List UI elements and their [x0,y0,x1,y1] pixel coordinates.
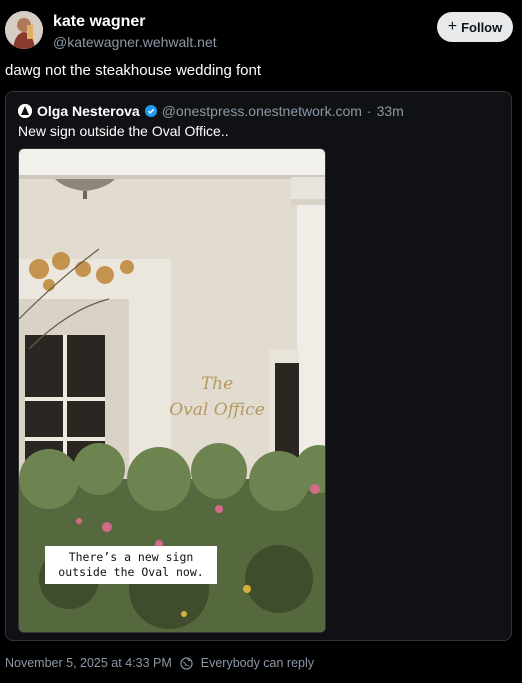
caption-line-2: outside the Oval now. [58,565,204,579]
post-text: dawg not the steakhouse wedding font [5,62,262,79]
plus-icon: + [447,18,458,35]
follow-label: Follow [461,19,503,35]
quoted-post-text: New sign outside the Oval Office.. [18,123,229,139]
quoted-post[interactable]: Olga Nesterova @onestpress.onestnetwork.… [5,91,512,641]
post-header: kate wagner @katewagner.wehwalt.net + Fo… [5,11,517,51]
image-caption: There’s a new sign outside the Oval now. [45,546,217,584]
quoted-post-time[interactable]: 33m [377,103,404,119]
author-avatar[interactable] [5,11,43,49]
post-footer: November 5, 2025 at 4:33 PM Everybody ca… [5,656,314,670]
sign-line-2: Oval Office [169,400,265,420]
globe-icon [180,656,193,670]
verified-icon [144,105,157,117]
quoted-post-image[interactable]: The Oval Office There’s a new sign outsi… [18,148,326,633]
follow-button[interactable]: + Follow [437,12,513,42]
post-timestamp[interactable]: November 5, 2025 at 4:33 PM [5,656,172,670]
reply-setting: Everybody can reply [200,656,315,670]
quoted-post-header: Olga Nesterova @onestpress.onestnetwork.… [18,102,404,120]
quoted-author-name[interactable]: Olga Nesterova [37,103,140,119]
author-name[interactable]: kate wagner [53,13,145,31]
author-handle[interactable]: @katewagner.wehwalt.net [53,34,217,50]
sign-line-1: The [201,374,233,394]
time-separator: · [366,103,372,119]
quoted-author-avatar[interactable] [18,104,32,118]
quoted-author-handle[interactable]: @onestpress.onestnetwork.com [162,103,362,119]
caption-line-1: There’s a new sign [68,550,194,564]
